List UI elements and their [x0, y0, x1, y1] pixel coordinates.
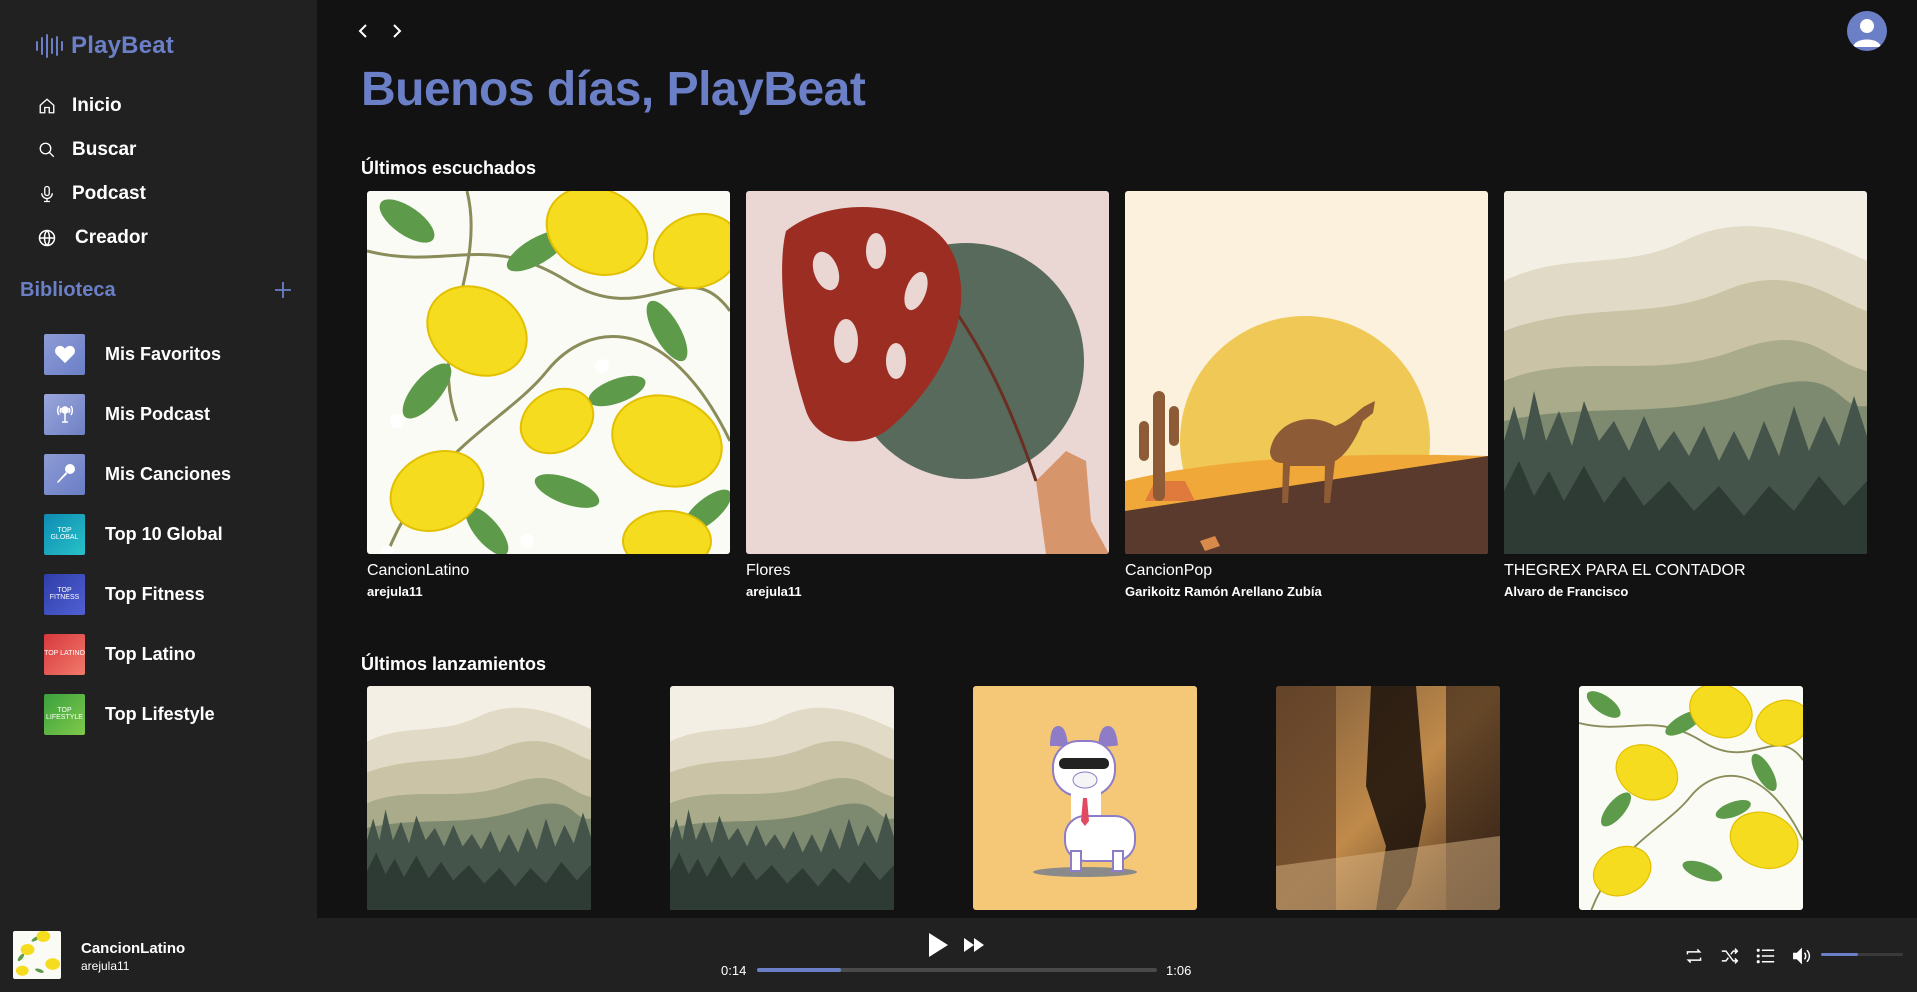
album-cover	[746, 191, 1109, 554]
library-item-canciones[interactable]: Mis Canciones	[44, 444, 231, 504]
library-item-top-latino[interactable]: TOP LATINO Top Latino	[44, 624, 231, 684]
top-fitness-cover: TOP FITNESS	[44, 573, 85, 615]
card-artist: Alvaro de Francisco	[1504, 584, 1629, 599]
home-icon	[36, 95, 58, 117]
library-item-label: Mis Canciones	[105, 463, 232, 484]
total-time: 1:06	[1166, 963, 1192, 978]
plus-icon[interactable]	[274, 276, 292, 304]
main-content: Buenos días, PlayBeat Últimos escuchados	[317, 0, 1917, 918]
volume-fill	[1821, 953, 1858, 956]
card-title: Flores	[746, 562, 791, 579]
greeting-title: Buenos días, PlayBeat	[361, 63, 866, 116]
card-artist: arejula11	[746, 584, 802, 599]
now-playing-cover[interactable]	[13, 931, 61, 979]
library-item-label: Mis Favoritos	[105, 343, 222, 364]
card-artist: arejula11	[367, 584, 423, 599]
search-icon	[36, 139, 58, 161]
library-item-label: Top Lifestyle	[105, 703, 215, 724]
nav-item-creador[interactable]: Creador	[36, 216, 148, 260]
cover-text: TOP GLOBAL	[50, 526, 79, 541]
release-card[interactable]	[1276, 686, 1500, 910]
logo-text: PlayBeat	[71, 32, 174, 59]
cover-text: TOP FITNESS	[49, 586, 80, 601]
library-list: Mis Favoritos Mis Podcast Mis Canciones …	[44, 324, 231, 744]
nav-item-label: Buscar	[72, 139, 137, 160]
releases-section-title: Últimos lanzamientos	[361, 654, 547, 674]
cover-text: TOP LATINO	[44, 650, 85, 658]
card-title: CancionLatino	[367, 562, 470, 579]
release-card[interactable]	[973, 686, 1197, 910]
recent-card[interactable]: THEGREX PARA EL CONTADOR Alvaro de Franc…	[1504, 191, 1867, 599]
user-avatar-icon[interactable]	[1847, 11, 1887, 51]
shuffle-icon[interactable]	[1718, 945, 1742, 967]
nav-item-buscar[interactable]: Buscar	[36, 128, 148, 172]
microphone-icon	[36, 183, 58, 205]
podcast-icon	[44, 393, 85, 435]
card-artist: Garikoitz Ramón Arellano Zubía	[1125, 584, 1322, 599]
release-card[interactable]	[367, 686, 591, 910]
nav-item-podcast[interactable]: Podcast	[36, 172, 148, 216]
now-playing-artist[interactable]: arejula11	[81, 959, 129, 973]
release-card[interactable]	[1579, 686, 1803, 910]
chevron-left-icon[interactable]	[353, 20, 373, 42]
library-item-label: Top 10 Global	[105, 523, 223, 544]
nav-item-label: Creador	[75, 227, 148, 248]
player-bar: CancionLatino arejula11 0:14 1:06	[0, 918, 1917, 992]
recent-section-title: Últimos escuchados	[361, 158, 537, 178]
nav-item-label: Podcast	[72, 183, 146, 204]
microphone-icon	[44, 453, 85, 495]
library-item-top-fitness[interactable]: TOP FITNESS Top Fitness	[44, 564, 231, 624]
recent-card[interactable]: CancionLatino arejula11	[367, 191, 730, 599]
card-title: THEGREX PARA EL CONTADOR	[1504, 562, 1746, 579]
main-nav: Inicio Buscar Podcast Creador	[36, 84, 148, 260]
repeat-icon[interactable]	[1682, 945, 1706, 967]
card-title: CancionPop	[1125, 562, 1213, 579]
nav-item-label: Inicio	[72, 95, 122, 116]
progress-bar[interactable]	[757, 968, 1157, 972]
sidebar: PlayBeat Inicio Buscar Podcast Creador B…	[0, 0, 317, 918]
logo[interactable]: PlayBeat	[36, 32, 174, 60]
library-title[interactable]: Biblioteca	[20, 279, 116, 302]
recent-list: CancionLatino arejula11 Flores arejula11…	[367, 191, 1867, 599]
fast-forward-icon[interactable]	[964, 937, 984, 953]
heart-icon	[44, 333, 85, 375]
library-item-podcast[interactable]: Mis Podcast	[44, 384, 231, 444]
nav-item-inicio[interactable]: Inicio	[36, 84, 148, 128]
current-time: 0:14	[721, 963, 747, 978]
top-global-cover: TOP GLOBAL	[44, 513, 85, 555]
extra-controls	[1682, 945, 1814, 967]
soundwave-icon	[36, 34, 63, 58]
top-latino-cover: TOP LATINO	[44, 633, 85, 675]
library-item-favoritos[interactable]: Mis Favoritos	[44, 324, 231, 384]
album-cover	[1125, 191, 1488, 554]
now-playing-title[interactable]: CancionLatino	[81, 940, 185, 957]
volume-slider[interactable]	[1821, 953, 1903, 956]
library-item-top-global[interactable]: TOP GLOBAL Top 10 Global	[44, 504, 231, 564]
globe-icon	[36, 227, 58, 249]
releases-list	[367, 686, 1803, 910]
play-icon[interactable]	[926, 932, 950, 958]
release-card[interactable]	[670, 686, 894, 910]
library-header: Biblioteca	[20, 276, 292, 304]
library-item-top-lifestyle[interactable]: TOP LIFESTYLE Top Lifestyle	[44, 684, 231, 744]
top-lifestyle-cover: TOP LIFESTYLE	[44, 693, 85, 735]
library-item-label: Top Latino	[105, 643, 196, 664]
recent-card[interactable]: Flores arejula11	[746, 191, 1109, 599]
queue-icon[interactable]	[1754, 945, 1778, 967]
playback-controls	[912, 932, 984, 958]
volume-icon[interactable]	[1790, 945, 1814, 967]
history-nav	[353, 20, 407, 42]
library-item-label: Top Fitness	[105, 583, 205, 604]
cover-text: TOP LIFESTYLE	[46, 706, 83, 721]
library-item-label: Mis Podcast	[105, 403, 211, 424]
album-cover	[1504, 191, 1867, 554]
album-cover	[367, 191, 730, 554]
chevron-right-icon[interactable]	[387, 20, 407, 42]
recent-card[interactable]: CancionPop Garikoitz Ramón Arellano Zubí…	[1125, 191, 1488, 599]
progress-fill	[757, 968, 841, 972]
